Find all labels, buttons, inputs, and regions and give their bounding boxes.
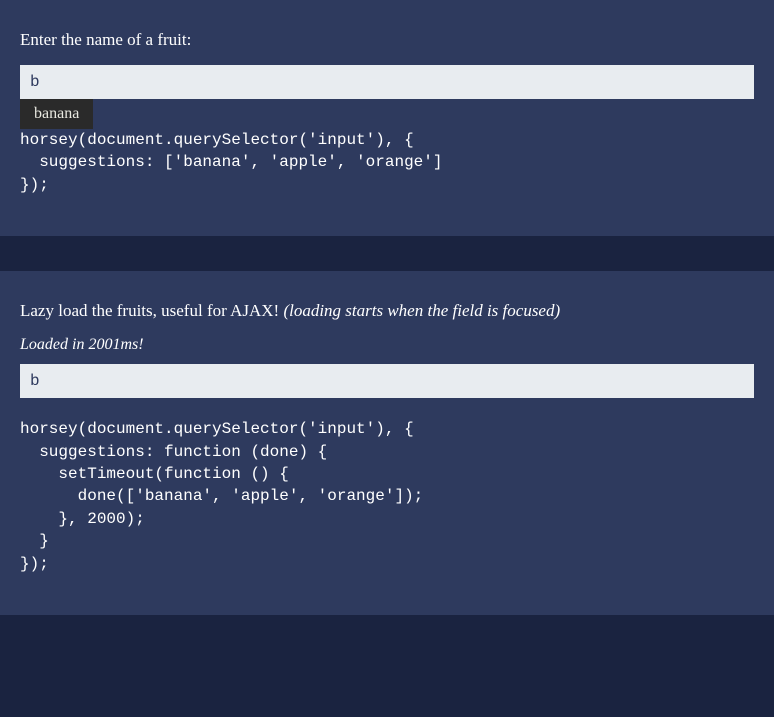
fruit-input-lazy[interactable] <box>20 364 754 398</box>
autocomplete-suggestion[interactable]: banana <box>20 99 93 129</box>
input-label: Lazy load the fruits, useful for AJAX! (… <box>20 301 754 321</box>
example-panel-basic: Enter the name of a fruit: banana horsey… <box>0 0 774 236</box>
input-wrapper: banana <box>20 65 754 99</box>
input-wrapper <box>20 364 754 398</box>
code-example: horsey(document.querySelector('input'), … <box>20 418 754 575</box>
fruit-input[interactable] <box>20 65 754 99</box>
label-main-text: Lazy load the fruits, useful for AJAX! <box>20 301 283 320</box>
label-italic-text: (loading starts when the field is focuse… <box>283 301 560 320</box>
example-panel-lazy: Lazy load the fruits, useful for AJAX! (… <box>0 271 774 615</box>
loading-status: Loaded in 2001ms! <box>20 336 754 354</box>
code-example: horsey(document.querySelector('input'), … <box>20 129 754 196</box>
input-label: Enter the name of a fruit: <box>20 30 754 50</box>
